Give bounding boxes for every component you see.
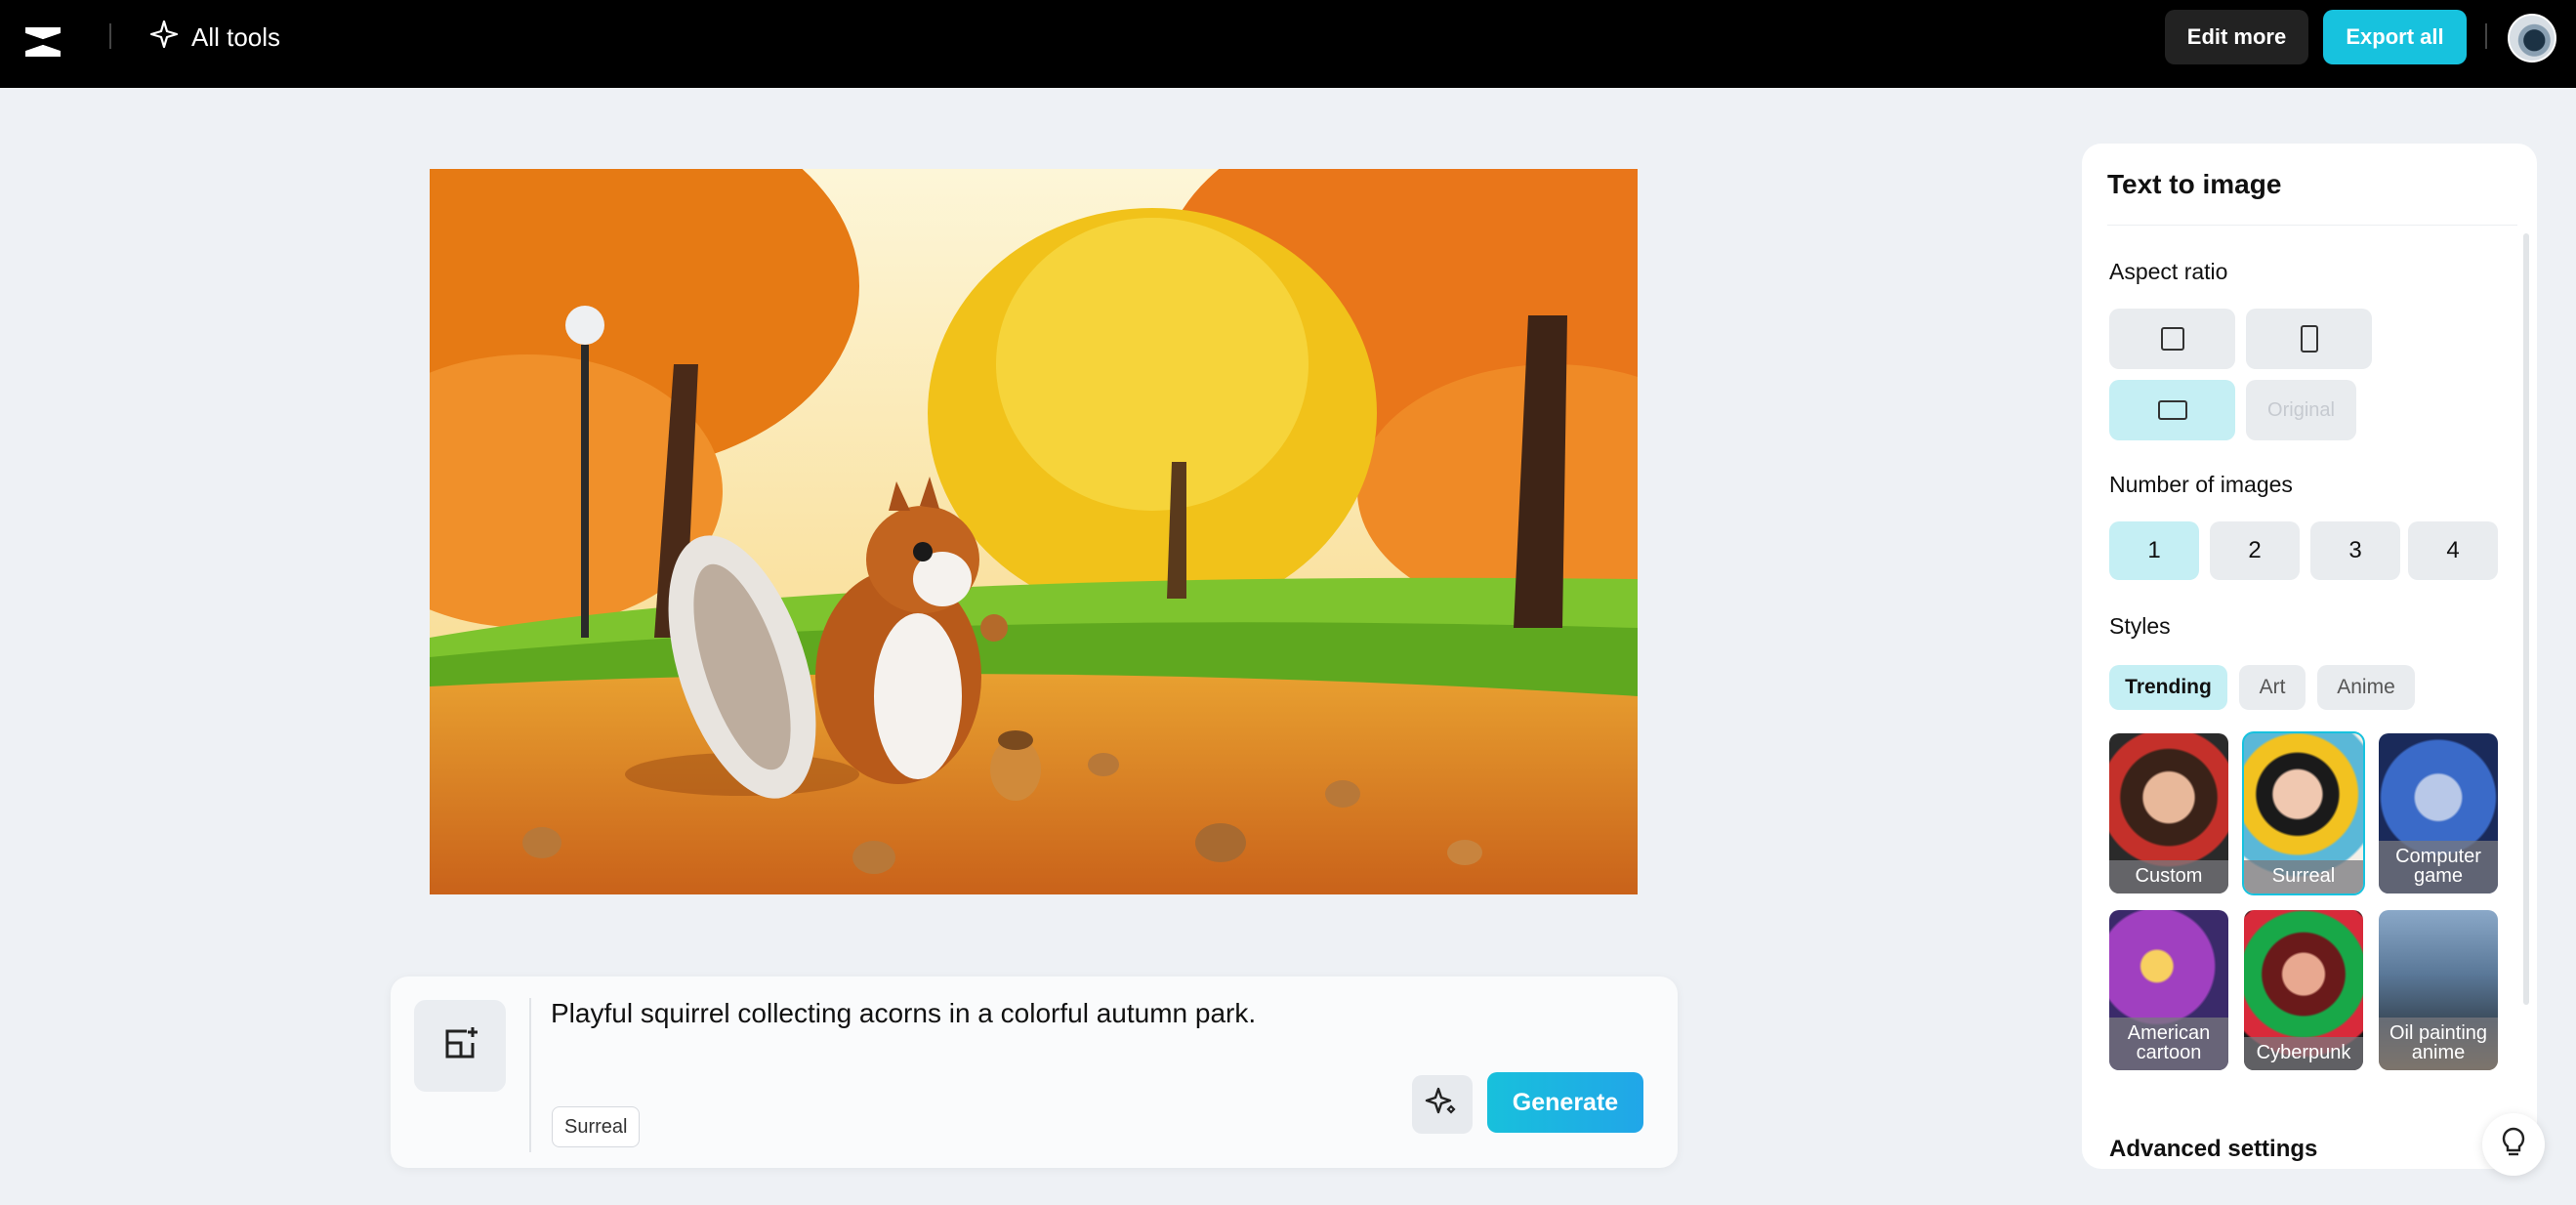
generate-button[interactable]: Generate	[1487, 1072, 1643, 1133]
enhance-prompt-button[interactable]	[1412, 1075, 1473, 1134]
tab-trending[interactable]: Trending	[2109, 665, 2227, 710]
divider	[2107, 225, 2517, 226]
magic-sparkle-icon	[1425, 1085, 1460, 1125]
add-reference-image-button[interactable]	[414, 1000, 506, 1092]
divider	[109, 23, 111, 49]
aspect-original-button[interactable]: Original	[2246, 380, 2356, 440]
edit-more-button[interactable]: Edit more	[2165, 10, 2308, 64]
style-card-label: Custom	[2109, 860, 2228, 893]
sparkle-icon	[148, 19, 180, 57]
tab-art[interactable]: Art	[2239, 665, 2306, 710]
style-card-label: Cyberpunk	[2244, 1037, 2363, 1070]
style-card-cyberpunk[interactable]: Cyberpunk	[2244, 910, 2363, 1070]
image-add-icon	[439, 1023, 480, 1069]
panel-title: Text to image	[2107, 169, 2282, 199]
panel-scrollbar[interactable]	[2523, 233, 2529, 1005]
aspect-landscape-button[interactable]	[2109, 380, 2235, 440]
divider	[529, 998, 531, 1152]
help-button[interactable]	[2482, 1113, 2545, 1176]
advanced-settings-toggle[interactable]: Advanced settings	[2109, 1136, 2317, 1163]
style-card-oil-painting-anime[interactable]: Oil painting anime	[2379, 910, 2498, 1070]
aspect-ratio-label: Aspect ratio	[2109, 259, 2228, 284]
style-card-label: Computer game	[2379, 841, 2498, 893]
aspect-portrait-button[interactable]	[2246, 309, 2372, 369]
number-option-2[interactable]: 2	[2210, 521, 2300, 580]
style-card-label: American cartoon	[2109, 1018, 2228, 1070]
landscape-ratio-icon	[2157, 400, 2187, 420]
capcut-logo-icon[interactable]	[21, 20, 66, 64]
number-of-images-label: Number of images	[2109, 472, 2293, 497]
all-tools-label: All tools	[191, 21, 281, 52]
style-card-custom[interactable]: Custom	[2109, 733, 2228, 893]
avatar[interactable]	[2508, 14, 2556, 62]
number-option-1[interactable]: 1	[2109, 521, 2199, 580]
export-all-button[interactable]: Export all	[2323, 10, 2467, 64]
divider	[2485, 23, 2487, 49]
portrait-ratio-icon	[2300, 325, 2318, 353]
styles-label: Styles	[2109, 613, 2171, 639]
style-card-american-cartoon[interactable]: American cartoon	[2109, 910, 2228, 1070]
selected-style-tag[interactable]: Surreal	[552, 1106, 641, 1147]
aspect-square-button[interactable]	[2109, 309, 2235, 369]
text-to-image-panel: Text to image Aspect ratio Original Numb…	[2082, 144, 2537, 1169]
prompt-input[interactable]: Playful squirrel collecting acorns in a …	[551, 998, 1256, 1029]
style-card-computer-game[interactable]: Computer game	[2379, 733, 2498, 893]
prompt-box: Playful squirrel collecting acorns in a …	[391, 976, 1678, 1168]
tab-anime[interactable]: Anime	[2317, 665, 2415, 710]
style-card-label: Oil painting anime	[2379, 1018, 2498, 1070]
lightbulb-icon	[2497, 1126, 2530, 1164]
number-option-3[interactable]: 3	[2310, 521, 2400, 580]
all-tools-button[interactable]: All tools	[148, 20, 280, 55]
style-card-label: Surreal	[2244, 860, 2363, 893]
style-card-surreal[interactable]: Surreal	[2242, 731, 2365, 895]
square-ratio-icon	[2160, 327, 2184, 351]
top-bar: All tools Edit more Export all	[0, 0, 2576, 88]
generated-image[interactable]	[430, 169, 1638, 894]
number-option-4[interactable]: 4	[2408, 521, 2498, 580]
